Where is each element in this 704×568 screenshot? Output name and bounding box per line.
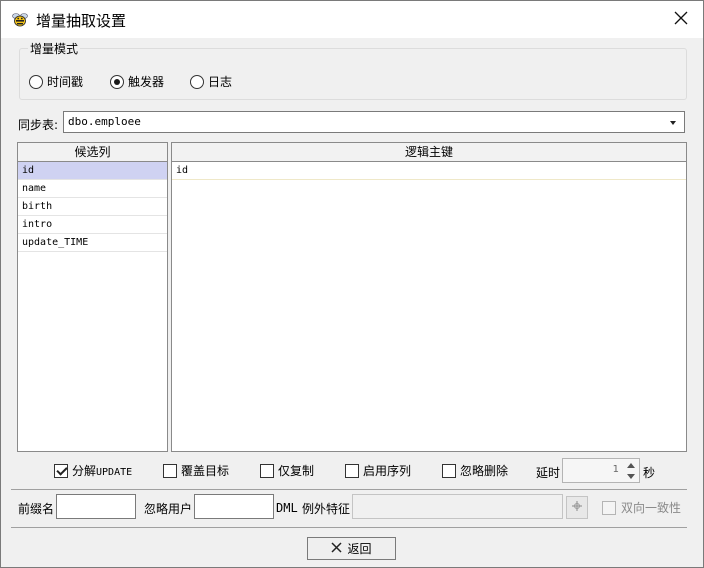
mode-group-legend: 增量模式 xyxy=(28,40,81,57)
overwrite-target-label: 覆盖目标 xyxy=(181,464,230,478)
dml-label: DML xyxy=(276,501,298,515)
list-item[interactable]: intro xyxy=(18,216,167,234)
exception-picker-button[interactable] xyxy=(566,496,588,519)
candidate-columns-header: 候选列 xyxy=(18,143,167,162)
close-button[interactable] xyxy=(659,1,703,38)
delay-value: 1 xyxy=(612,464,619,475)
delay-spinner[interactable]: 1 xyxy=(562,458,640,483)
bee-icon xyxy=(11,10,29,28)
prefix-input[interactable] xyxy=(56,494,136,519)
bidirectional-box[interactable] xyxy=(602,500,616,515)
dialog-window: 增量抽取设置 增量模式 时间戳 触发器 日志 同步表: dbo.emploee … xyxy=(0,0,704,568)
list-item[interactable]: update_TIME xyxy=(18,234,167,252)
logical-key-panel: 逻辑主键 id xyxy=(171,142,687,452)
list-item[interactable]: id xyxy=(172,162,686,180)
crosshair-icon xyxy=(571,500,583,515)
dropdown-arrow-icon[interactable] xyxy=(670,121,676,125)
overwrite-target-box[interactable] xyxy=(163,463,177,478)
delay-unit-label: 秒 xyxy=(643,466,656,480)
back-button-label: 返回 xyxy=(347,542,372,556)
copy-only-checkbox[interactable]: 仅复制 xyxy=(260,462,314,479)
enable-sequence-box[interactable] xyxy=(345,463,359,478)
prefix-label: 前缀名 xyxy=(18,502,55,516)
spin-down-icon[interactable] xyxy=(624,471,638,482)
x-icon xyxy=(331,541,343,556)
radio-log-label: 日志 xyxy=(208,75,233,89)
split-update-label: 分解UPDATE xyxy=(72,464,133,478)
radio-log-circle[interactable] xyxy=(190,74,204,89)
radio-trigger-circle[interactable] xyxy=(110,74,124,89)
radio-log[interactable]: 日志 xyxy=(190,73,232,90)
overwrite-target-checkbox[interactable]: 覆盖目标 xyxy=(163,462,229,479)
radio-timestamp[interactable]: 时间戳 xyxy=(29,73,83,90)
ignore-delete-checkbox[interactable]: 忽略删除 xyxy=(442,462,508,479)
close-icon xyxy=(674,11,688,28)
radio-trigger-label: 触发器 xyxy=(128,75,165,89)
copy-only-label: 仅复制 xyxy=(278,464,315,478)
ignore-user-label: 忽略用户 xyxy=(144,502,193,516)
exception-label: 例外特征 xyxy=(302,502,351,516)
window-title: 增量抽取设置 xyxy=(36,12,127,30)
divider xyxy=(11,527,687,528)
list-item[interactable]: name xyxy=(18,180,167,198)
sync-table-value: dbo.emploee xyxy=(68,115,141,128)
logical-key-header: 逻辑主键 xyxy=(172,143,686,162)
enable-sequence-checkbox[interactable]: 启用序列 xyxy=(345,462,411,479)
title-bar: 增量抽取设置 xyxy=(1,1,703,38)
sync-table-label: 同步表: xyxy=(18,118,59,132)
list-item[interactable]: id xyxy=(18,162,167,180)
sync-table-select[interactable]: dbo.emploee xyxy=(63,111,685,133)
split-update-box[interactable] xyxy=(54,463,68,478)
list-item[interactable]: birth xyxy=(18,198,167,216)
bidirectional-label: 双向一致性 xyxy=(621,501,682,515)
radio-trigger[interactable]: 触发器 xyxy=(110,73,164,90)
bidirectional-checkbox[interactable]: 双向一致性 xyxy=(602,499,681,516)
delay-label: 延时 xyxy=(536,466,561,480)
radio-timestamp-label: 时间戳 xyxy=(47,75,84,89)
divider xyxy=(11,489,687,490)
radio-timestamp-circle[interactable] xyxy=(29,74,43,89)
ignore-delete-box[interactable] xyxy=(442,463,456,478)
candidate-columns-panel: 候选列 id name birth intro update_TIME xyxy=(17,142,168,452)
copy-only-box[interactable] xyxy=(260,463,274,478)
mode-group: 增量模式 时间戳 触发器 日志 xyxy=(19,40,687,100)
back-button[interactable]: 返回 xyxy=(307,537,396,560)
ignore-user-input[interactable] xyxy=(194,494,274,519)
ignore-delete-label: 忽略删除 xyxy=(460,464,509,478)
exception-input[interactable] xyxy=(352,494,563,519)
spin-up-icon[interactable] xyxy=(624,460,638,471)
split-update-checkbox[interactable]: 分解UPDATE xyxy=(54,462,132,479)
enable-sequence-label: 启用序列 xyxy=(363,464,412,478)
